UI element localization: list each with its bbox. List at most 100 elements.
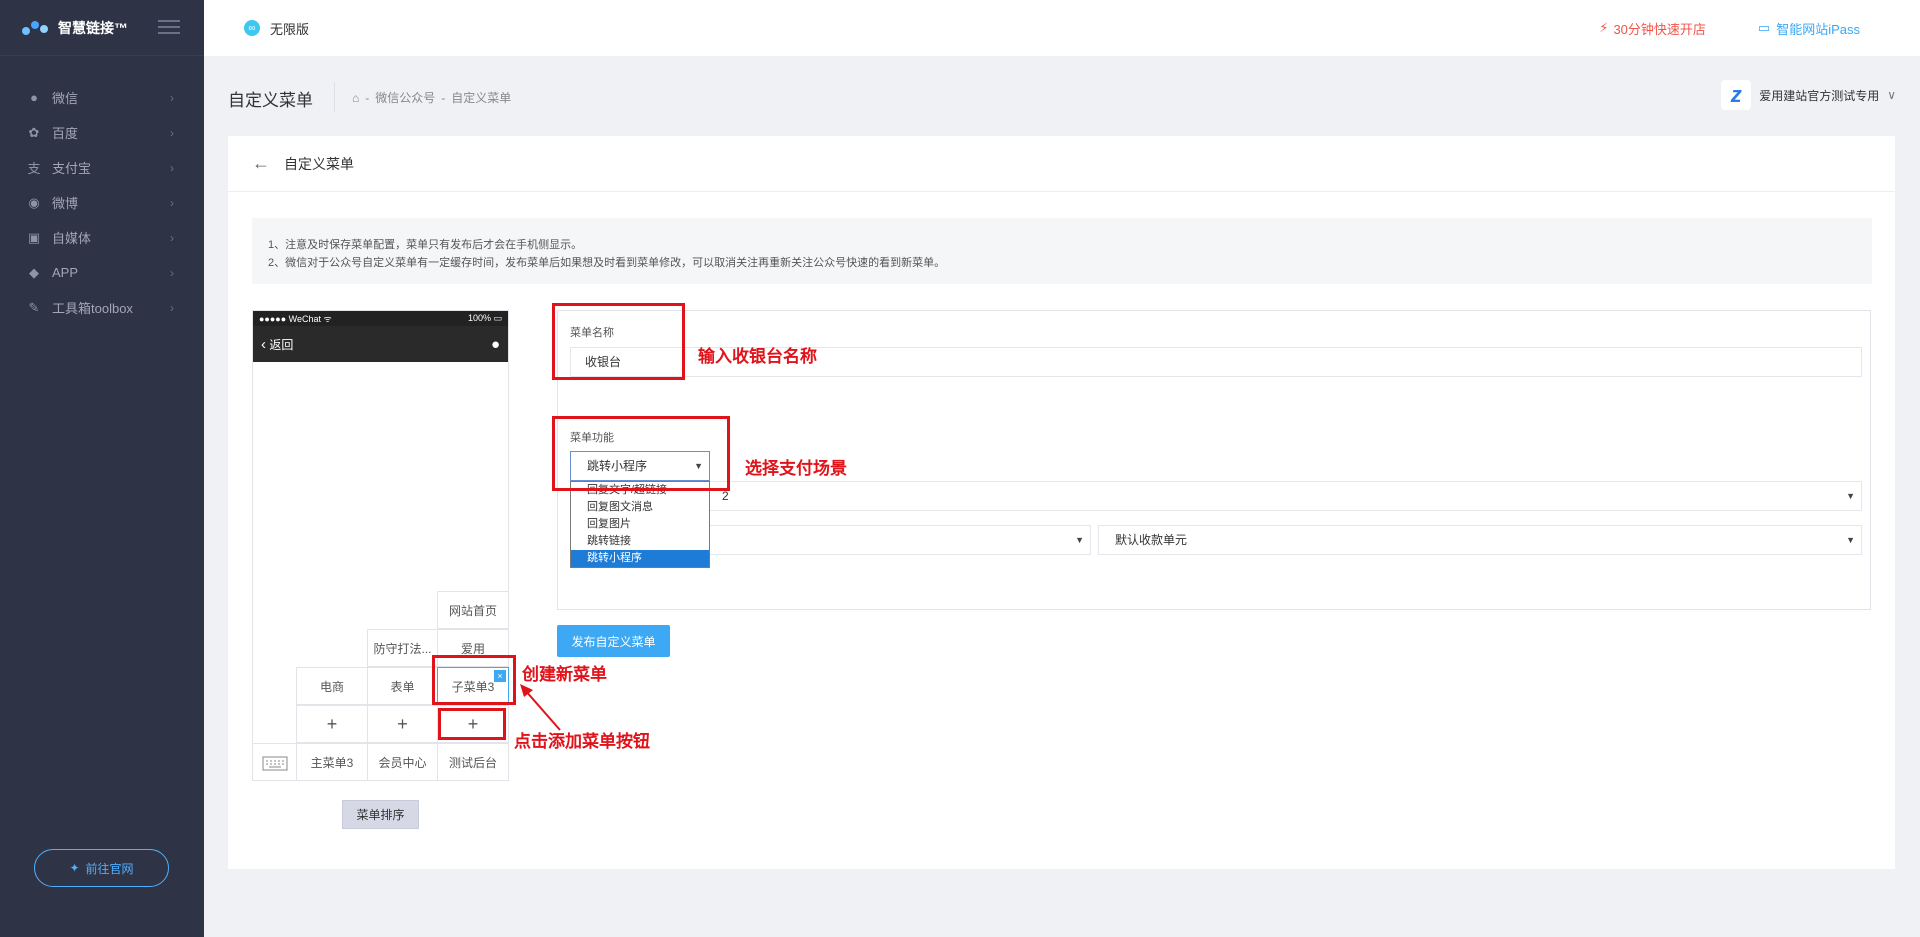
quick-open-link[interactable]: ⚡ 30分钟快速开店 [1599, 19, 1706, 38]
official-site-label: 前往官网 [85, 861, 134, 876]
chevron-right-icon: › [170, 125, 174, 140]
account-avatar: z [1721, 80, 1752, 110]
sidebar-item-media[interactable]: ▣ 自媒体 › [0, 220, 204, 255]
chevron-down-icon: ∨ [1887, 88, 1896, 102]
chevron-left-icon: ‹ [261, 335, 266, 353]
home-icon[interactable]: ⌂ [352, 91, 359, 105]
divider [334, 82, 335, 112]
breadcrumb-separator: - [441, 90, 446, 105]
main-card: ← 自定义菜单 1、注意及时保存菜单配置，菜单只有发布后才会在手机侧显示。 2、… [228, 136, 1895, 869]
miniprogram-select[interactable]: 2 ▼ [570, 481, 1862, 511]
account-switcher[interactable]: z 爱用建站官方测试专用 ∨ [1721, 80, 1896, 110]
wechat-icon: ● [30, 90, 38, 105]
breadcrumb-item[interactable]: 微信公众号 [375, 89, 435, 106]
lightning-icon: ⚡ [1599, 20, 1609, 35]
account-name: 爱用建站官方测试专用 [1759, 88, 1880, 103]
breadcrumb-item: 自定义菜单 [451, 91, 512, 105]
sidebar-item-weibo[interactable]: ◉ 微博 › [0, 185, 204, 220]
sidebar-item-baidu[interactable]: ✿ 百度 › [0, 115, 204, 150]
breadcrumb-separator: - [365, 90, 370, 105]
main-menu-item[interactable]: 测试后台 [437, 743, 509, 781]
sidebar-item-label: 微博 [52, 196, 79, 211]
add-submenu-button[interactable]: + [367, 705, 438, 743]
dropdown-option[interactable]: 回复图片 [571, 516, 709, 533]
carrier-label: ●●●●● WeChat ᯤ [259, 314, 332, 324]
quick-open-label: 30分钟快速开店 [1613, 21, 1706, 37]
annotation-scene: 选择支付场景 [745, 459, 847, 479]
sidebar-item-label: 百度 [52, 126, 79, 141]
infinity-icon: ∞ [244, 20, 260, 36]
sidebar-item-alipay[interactable]: 支支付宝 › [0, 150, 204, 185]
chevron-right-icon: › [170, 160, 174, 175]
publish-menu-button[interactable]: 发布自定义菜单 [557, 625, 670, 657]
android-icon: ◆ [29, 264, 39, 280]
card-header: ← 自定义菜单 [228, 136, 1895, 192]
sidebar-item-label: 微信 [52, 91, 79, 106]
wrench-icon: ✎ [28, 299, 40, 315]
ipass-label: 智能网站iPass [1776, 21, 1860, 37]
keyboard-icon[interactable] [252, 743, 297, 781]
submenu-item[interactable]: 防守打法... [367, 629, 438, 667]
sidebar-item-label: APP [52, 265, 79, 280]
dropdown-arrow-icon: ▼ [1846, 491, 1855, 501]
sidebar-item-label: 支付宝 [52, 161, 92, 176]
sidebar-item-toolbox[interactable]: ✎ 工具箱toolbox › [0, 290, 204, 325]
phone-nav-bar: ‹ 返回 ● [253, 326, 508, 362]
dropdown-option[interactable]: 回复图文消息 [571, 499, 709, 516]
submenu-item[interactable]: 表单 [367, 667, 438, 705]
phone-back-label: 返回 [269, 337, 294, 352]
submenu-item[interactable]: 电商 [296, 667, 368, 705]
page-title: 自定义菜单 [228, 91, 313, 110]
dropdown-option-selected[interactable]: 跳转小程序 [571, 550, 709, 567]
alipay-icon: 支 [27, 161, 41, 176]
phone-back[interactable]: ‹ 返回 [261, 336, 293, 353]
edition-label: 无限版 [270, 21, 310, 37]
annotation-box-submenu [432, 655, 516, 705]
notice-box: 1、注意及时保存菜单配置，菜单只有发布后才会在手机侧显示。 2、微信对于公众号自… [252, 218, 1872, 284]
paw-icon: ✿ [28, 124, 40, 140]
battery-indicator: 100% ▭ [467, 313, 502, 323]
dropdown-option[interactable]: 跳转链接 [571, 533, 709, 550]
media-icon: ▣ [27, 229, 41, 245]
sidebar-nav: ● 微信 › ✿ 百度 › 支支付宝 › ◉ 微博 › ▣ 自媒体 › ◆ APP › ✎ 工具箱too… [0, 80, 204, 325]
card-title: 自定义菜单 [284, 155, 354, 172]
ipass-link[interactable]: ▭ 智能网站iPass [1758, 19, 1860, 38]
function-dropdown-list: 回复文字/超链接 回复图文消息 回复图片 跳转链接 跳转小程序 [570, 481, 710, 568]
payment-unit-select[interactable]: 默认收款单元 ▼ [1098, 525, 1862, 555]
sidebar-item-label: 工具箱toolbox [52, 301, 133, 316]
breadcrumb: ⌂ - 微信公众号 - 自定义菜单 [352, 89, 511, 106]
add-submenu-button[interactable]: + [296, 705, 368, 743]
chevron-right-icon: › [170, 300, 174, 315]
weibo-icon: ◉ [28, 194, 40, 210]
select-value: 2 [722, 489, 729, 503]
chevron-right-icon: › [170, 230, 174, 245]
main-menu-item[interactable]: 会员中心 [367, 743, 438, 781]
sort-menu-button[interactable]: 菜单排序 [342, 800, 419, 829]
sidebar-item-label: 自媒体 [52, 231, 92, 246]
dropdown-arrow-icon: ▼ [1846, 535, 1855, 545]
sidebar: 智慧链接™ ● 微信 › ✿ 百度 › 支支付宝 › ◉ 微博 › ▣ 自媒体 › ◆ APP › ✎… [0, 0, 204, 937]
main-menu-item[interactable]: 主菜单3 [296, 743, 368, 781]
menu-toggle-icon[interactable] [158, 20, 180, 38]
phone-status-bar: ●●●●● WeChat ᯤ 100% ▭ [253, 311, 508, 326]
topbar: ∞ 无限版 ⚡ 30分钟快速开店 ▭ 智能网站iPass [204, 0, 1920, 56]
chevron-right-icon: › [170, 90, 174, 105]
sidebar-item-app[interactable]: ◆ APP › [0, 255, 204, 290]
chevron-right-icon: › [170, 265, 174, 280]
sidebar-item-wechat[interactable]: ● 微信 › [0, 80, 204, 115]
annotation-arrow-icon [520, 684, 561, 731]
select-value: 默认收款单元 [1115, 533, 1188, 547]
submenu-item[interactable]: 网站首页 [437, 591, 509, 629]
notice-line: 2、微信对于公众号自定义菜单有一定缓存时间，发布菜单后如果想及时看到菜单修改，可… [268, 257, 946, 269]
logo-text: 智慧链接™ [58, 19, 128, 36]
dropdown-arrow-icon: ▼ [1075, 535, 1084, 545]
annotation-box-name [552, 303, 685, 380]
user-icon[interactable]: ● [491, 336, 500, 353]
logo-small-icon: ✦ [69, 861, 80, 875]
annotation-name: 输入收银台名称 [698, 347, 817, 367]
chevron-right-icon: › [170, 195, 174, 210]
logo-icon [22, 19, 50, 37]
official-site-button[interactable]: ✦ 前往官网 [34, 849, 169, 887]
back-arrow-icon[interactable]: ← [252, 153, 270, 174]
annotation-box-add [438, 708, 506, 740]
